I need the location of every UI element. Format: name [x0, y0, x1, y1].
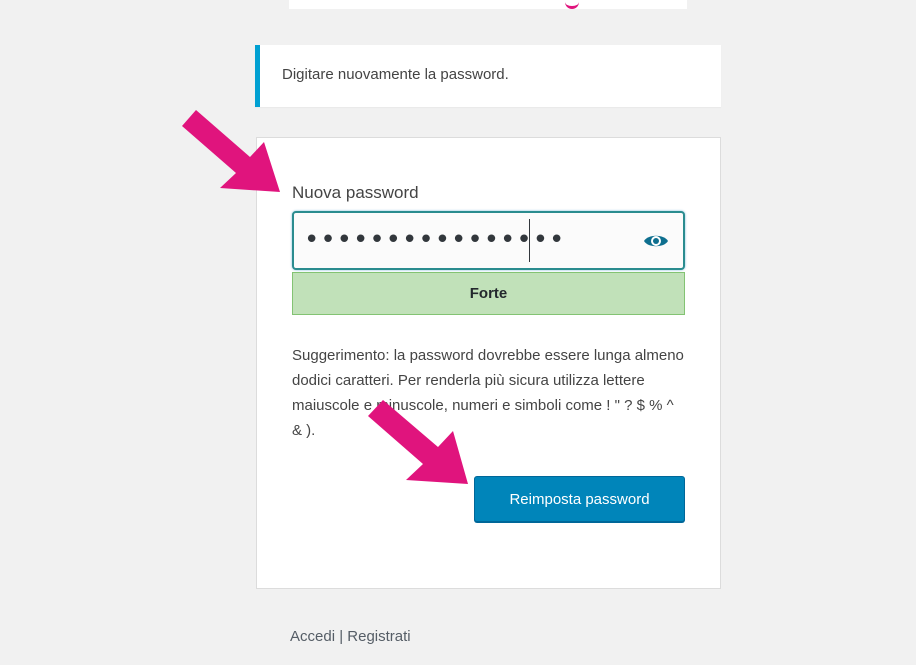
text-caret	[529, 219, 530, 262]
arrow-annotation-icon	[182, 110, 280, 192]
arrow-annotation-icon	[368, 400, 468, 484]
previous-panel-remnant	[289, 0, 687, 9]
register-link[interactable]: Registrati	[347, 628, 410, 645]
reset-password-button[interactable]: Reimposta password	[474, 476, 685, 522]
password-hint: Suggerimento: la password dovrebbe esser…	[292, 347, 684, 439]
show-password-button[interactable]	[641, 227, 671, 255]
nav-separator: |	[335, 628, 348, 645]
password-masked-value: ••••••••••••••••	[304, 225, 566, 255]
notice-message: Digitare nuovamente la password.	[255, 45, 721, 107]
password-label: Nuova password	[292, 183, 419, 202]
reset-password-form: Nuova password •••••••••••••••• Forte Su…	[256, 137, 721, 589]
new-password-input[interactable]: ••••••••••••••••	[292, 211, 685, 270]
login-link[interactable]: Accedi	[290, 628, 335, 645]
notice-text: Digitare nuovamente la password.	[282, 66, 509, 83]
logo-fragment	[565, 0, 579, 9]
password-strength-meter: Forte	[292, 272, 685, 315]
eye-icon	[644, 235, 668, 247]
footer-nav: Accedi | Registrati	[290, 628, 411, 645]
